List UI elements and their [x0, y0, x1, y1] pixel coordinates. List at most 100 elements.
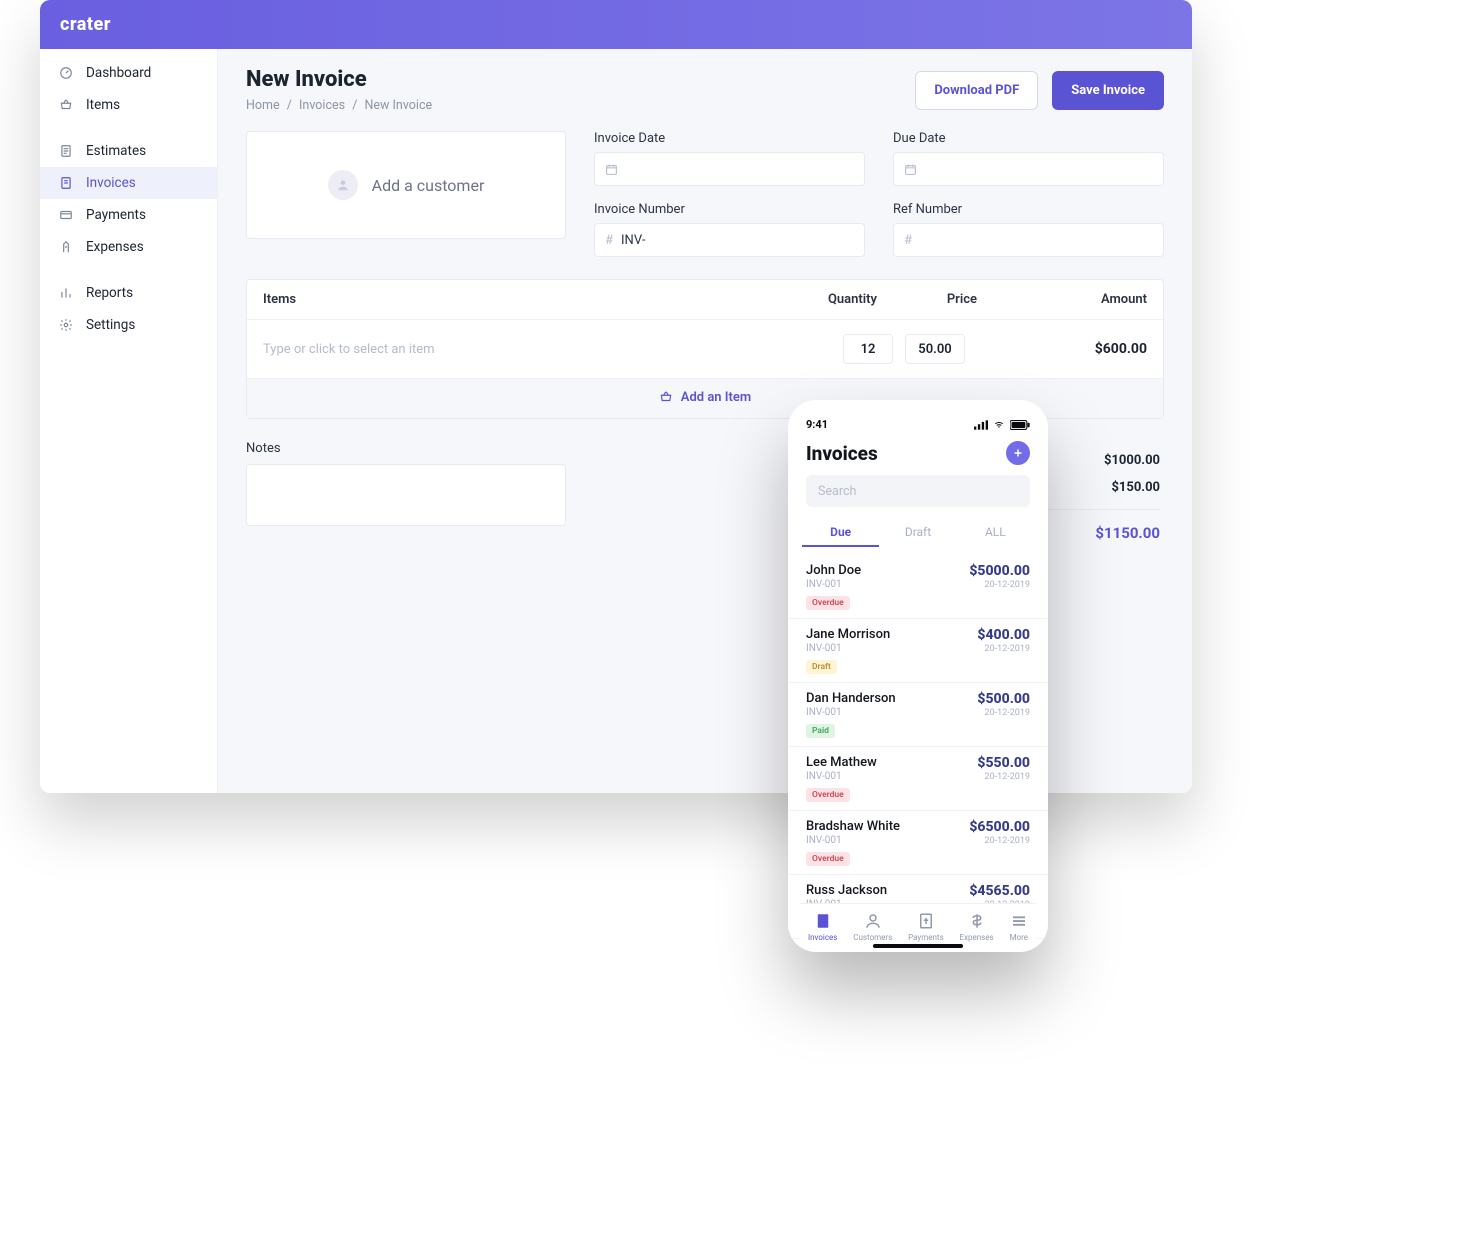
sidebar-item-label: Dashboard [86, 65, 151, 81]
sidebar-item-invoices[interactable]: Invoices [40, 167, 217, 199]
item-price-input[interactable]: 50.00 [905, 334, 965, 364]
mobile-invoice-row[interactable]: John Doe INV-001 Overdue $5000.00 20-12-… [788, 555, 1048, 619]
sidebar-item-expenses[interactable]: Expenses [40, 231, 217, 263]
signal-icon [974, 420, 988, 430]
mobile-nav-customers[interactable]: Customers [853, 912, 892, 942]
add-item-label: Add an Item [681, 390, 751, 405]
mobile-tab-due[interactable]: Due [802, 519, 879, 547]
estimate-icon [58, 143, 74, 159]
invoice-date-label: Invoice Date [594, 131, 865, 146]
mobile-customer-name: John Doe [806, 563, 969, 578]
mobile-search-placeholder: Search [818, 484, 856, 499]
mobile-invoice-date: 20-12-2019 [977, 644, 1030, 654]
mobile-invoice-amount: $4565.00 [969, 883, 1030, 899]
sidebar-item-label: Settings [86, 317, 135, 333]
mobile-invoice-number: INV-001 [806, 579, 969, 590]
basket-icon [659, 390, 673, 404]
breadcrumb-item[interactable]: Invoices [299, 98, 345, 113]
due-date-input[interactable] [893, 152, 1164, 186]
mobile-status-badge: Overdue [806, 788, 850, 802]
ref-number-input[interactable]: # [893, 223, 1164, 257]
mobile-invoice-amount: $6500.00 [969, 819, 1030, 835]
mobile-title: Invoices [806, 442, 878, 465]
sidebar-item-settings[interactable]: Settings [40, 309, 217, 341]
items-table: Items Quantity Price Amount Type or clic… [246, 279, 1164, 419]
sidebar-item-estimates[interactable]: Estimates [40, 135, 217, 167]
sidebar-item-payments[interactable]: Payments [40, 199, 217, 231]
basket-icon [58, 97, 74, 113]
items-header-quantity: Quantity [787, 292, 877, 307]
items-header-amount: Amount [977, 292, 1147, 307]
breadcrumb-item[interactable]: Home [246, 98, 280, 113]
mobile-invoice-date: 20-12-2019 [969, 580, 1030, 590]
sidebar-item-dashboard[interactable]: Dashboard [40, 57, 217, 89]
mobile-invoice-amount: $5000.00 [969, 563, 1030, 579]
mobile-invoice-row[interactable]: Dan Handerson INV-001 Paid $500.00 20-12… [788, 683, 1048, 747]
calendar-icon [605, 163, 618, 176]
dashboard-icon [58, 65, 74, 81]
items-header-price: Price [877, 292, 977, 307]
mobile-invoice-row[interactable]: Lee Mathew INV-001 Overdue $550.00 20-12… [788, 747, 1048, 811]
sidebar-item-items[interactable]: Items [40, 89, 217, 121]
mobile-bottom-nav: Invoices Customers Payments Expenses Mor… [800, 903, 1036, 942]
mobile-invoice-number: INV-001 [806, 771, 977, 782]
sidebar-item-label: Invoices [86, 175, 136, 191]
mobile-status-badge: Overdue [806, 596, 850, 610]
reports-icon [58, 285, 74, 301]
payments-icon [58, 207, 74, 223]
mobile-invoice-amount: $550.00 [977, 755, 1030, 771]
add-customer-label: Add a customer [372, 176, 485, 195]
mobile-customer-name: Lee Mathew [806, 755, 977, 770]
items-header-items: Items [263, 292, 787, 307]
sidebar-item-reports[interactable]: Reports [40, 277, 217, 309]
item-name-input[interactable]: Type or click to select an item [263, 342, 831, 357]
total-value: $1000.00 [1104, 453, 1160, 468]
total-value: $150.00 [1111, 480, 1160, 495]
item-amount: $600.00 [977, 341, 1147, 357]
item-quantity-input[interactable]: 12 [843, 334, 893, 364]
mobile-nav-invoices[interactable]: Invoices [808, 912, 837, 942]
mobile-invoice-row[interactable]: Jane Morrison INV-001 Draft $400.00 20-1… [788, 619, 1048, 683]
mobile-search-input[interactable]: Search [806, 475, 1030, 507]
mobile-add-button[interactable] [1006, 441, 1030, 465]
mobile-invoice-date: 20-12-2019 [977, 708, 1030, 718]
download-pdf-button[interactable]: Download PDF [915, 71, 1038, 110]
sidebar-item-label: Expenses [86, 239, 144, 255]
hash-icon: # [904, 233, 912, 248]
sidebar-item-label: Items [86, 97, 120, 113]
mobile-customer-name: Dan Handerson [806, 691, 977, 706]
grand-total-value: $1150.00 [1095, 524, 1160, 542]
mobile-tab-all[interactable]: ALL [957, 519, 1034, 547]
save-invoice-button[interactable]: Save Invoice [1052, 71, 1164, 110]
mobile-status-badge: Draft [806, 660, 837, 674]
mobile-customer-name: Russ Jackson [806, 883, 969, 898]
invoice-number-input[interactable]: # [594, 223, 865, 257]
add-customer-button[interactable]: Add a customer [246, 131, 566, 239]
mobile-home-indicator [873, 944, 963, 948]
item-row: Type or click to select an item 12 50.00… [247, 320, 1163, 378]
mobile-preview: 9:41 Invoices Search Due Draft ALL John … [788, 400, 1048, 952]
calendar-icon [904, 163, 917, 176]
mobile-time: 9:41 [806, 418, 828, 431]
add-item-button[interactable]: Add an Item [659, 390, 751, 405]
invoice-date-input[interactable] [594, 152, 865, 186]
invoice-number-label: Invoice Number [594, 202, 865, 217]
mobile-invoice-row[interactable]: Bradshaw White INV-001 Overdue $6500.00 … [788, 811, 1048, 875]
mobile-invoice-list: John Doe INV-001 Overdue $5000.00 20-12-… [788, 555, 1048, 939]
user-icon [328, 170, 358, 200]
mobile-invoice-number: INV-001 [806, 835, 969, 846]
mobile-invoice-date: 20-12-2019 [969, 836, 1030, 846]
mobile-status-bar: 9:41 [806, 418, 1030, 431]
expenses-icon [58, 239, 74, 255]
mobile-nav-more[interactable]: More [1010, 912, 1028, 942]
ref-number-label: Ref Number [893, 202, 1164, 217]
mobile-tab-draft[interactable]: Draft [879, 519, 956, 547]
sidebar-item-label: Payments [86, 207, 146, 223]
mobile-status-badge: Overdue [806, 852, 850, 866]
mobile-nav-expenses[interactable]: Expenses [960, 912, 994, 942]
notes-textarea[interactable] [246, 464, 566, 526]
wifi-icon [992, 420, 1006, 430]
brand-logo: crater [60, 14, 111, 35]
mobile-invoice-date: 20-12-2019 [977, 772, 1030, 782]
mobile-nav-payments[interactable]: Payments [908, 912, 944, 942]
